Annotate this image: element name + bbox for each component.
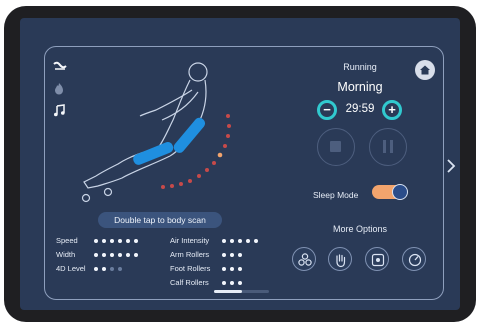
setting-label-air-intensity: Air Intensity	[170, 236, 210, 245]
body-area-icon	[371, 253, 385, 267]
setting-label-calf-rollers: Calf Rollers	[170, 278, 209, 287]
speed-level-dots[interactable]	[94, 239, 138, 243]
air-intensity-dots[interactable]	[222, 239, 258, 243]
speed-dial-icon	[408, 253, 422, 267]
setting-label-4d-level: 4D Level	[56, 264, 86, 273]
increase-time-button[interactable]: +	[382, 100, 402, 120]
next-page-chevron-icon[interactable]	[444, 158, 458, 178]
rollers-icon	[298, 253, 312, 266]
heat-flame-icon[interactable]	[53, 82, 65, 97]
page-indicator	[214, 290, 269, 293]
width-level-dots[interactable]	[94, 253, 138, 257]
body-scan-illustration	[81, 62, 231, 203]
sleep-mode-label: Sleep Mode	[313, 190, 359, 200]
foot-rollers-dots[interactable]	[222, 267, 242, 271]
rollers-option-button[interactable]	[292, 247, 316, 271]
setting-label-width: Width	[56, 250, 76, 259]
more-options-label: More Options	[332, 224, 388, 234]
setting-label-foot-rollers: Foot Rollers	[170, 264, 211, 273]
body-area-option-button[interactable]	[365, 247, 389, 271]
speed-dial-option-button[interactable]	[402, 247, 426, 271]
stop-icon	[330, 141, 341, 152]
pause-button[interactable]	[369, 128, 407, 166]
hand-massage-icon	[336, 254, 346, 268]
hand-massage-option-button[interactable]	[328, 247, 352, 271]
body-scan-button[interactable]: Double tap to body scan	[98, 212, 222, 228]
setting-label-speed: Speed	[56, 236, 78, 245]
calf-rollers-dots[interactable]	[222, 281, 242, 285]
home-button[interactable]	[415, 60, 435, 80]
4d-level-dots[interactable]	[94, 267, 122, 271]
arm-rollers-dots[interactable]	[222, 253, 242, 257]
timer-display: 29:59	[345, 103, 375, 115]
tablet-screen: Double tap to body scan Speed Width 4D L…	[20, 18, 460, 310]
music-note-icon[interactable]	[53, 104, 65, 119]
running-status: Running	[343, 62, 377, 72]
decrease-time-button[interactable]: −	[317, 100, 337, 120]
setting-label-arm-rollers: Arm Rollers	[170, 250, 210, 259]
program-name: Morning	[337, 80, 383, 94]
stop-button[interactable]	[317, 128, 355, 166]
home-icon	[420, 65, 430, 75]
sleep-mode-toggle[interactable]	[372, 184, 408, 200]
massage-chair-icon[interactable]	[53, 60, 67, 74]
